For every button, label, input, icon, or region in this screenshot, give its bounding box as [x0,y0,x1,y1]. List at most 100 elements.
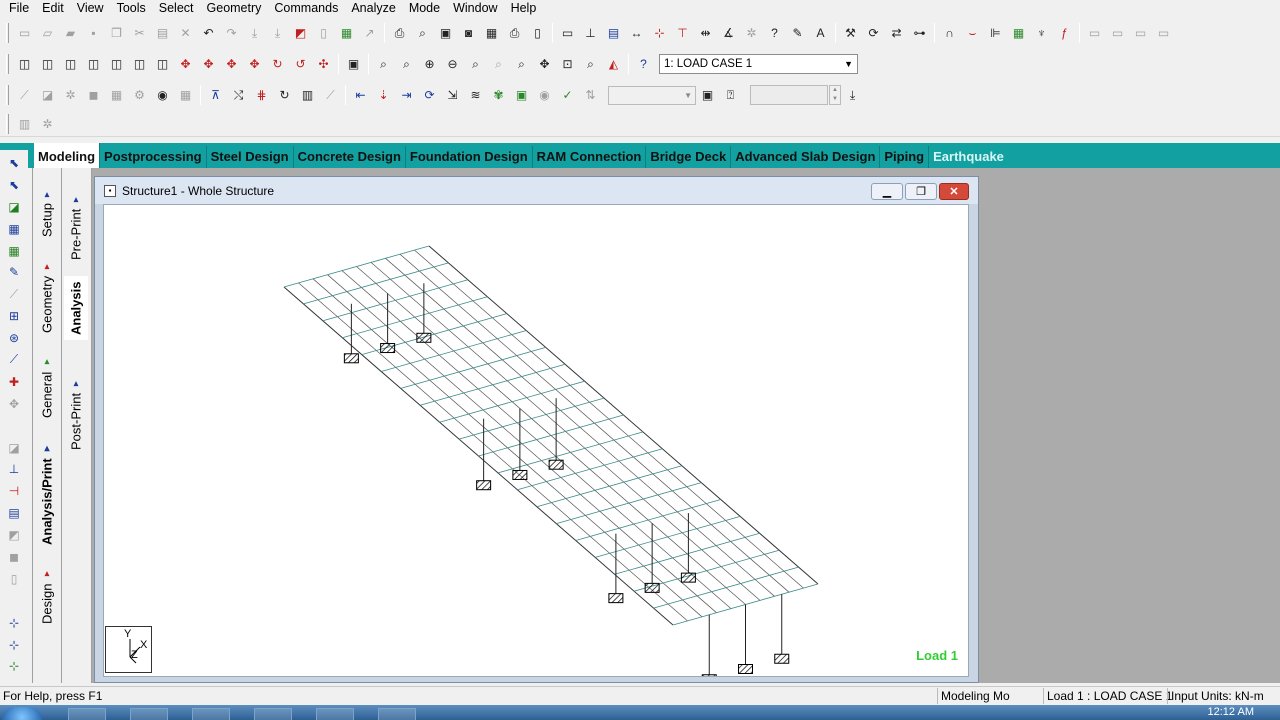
transfer-icon[interactable]: ⇄ [885,22,908,44]
load-temp-icon[interactable]: ✾ [487,84,510,106]
minimize-button[interactable]: ▁ [871,183,903,200]
vtab-setup[interactable]: Setup ▾ [35,183,59,243]
restore-button[interactable]: ❐ [905,183,937,200]
load-member-icon[interactable]: ⇣ [372,84,395,106]
rotate-left-icon[interactable]: ✥ [220,53,243,75]
rotate-ccw-icon[interactable]: ↺ [289,53,312,75]
window-titlebar[interactable]: ▪ Structure1 - Whole Structure [95,177,978,204]
zoom-window-icon[interactable]: ⌕ [372,53,395,75]
extra-tool-1-icon[interactable]: ▥ [13,113,36,135]
report-icon[interactable]: ▦ [480,22,503,44]
toolbar-grip[interactable] [6,23,9,43]
draw-tool-icon[interactable]: ⟋ [319,84,342,106]
load-node-icon[interactable]: ⇤ [349,84,372,106]
network-icon[interactable]: ▦ [335,22,358,44]
view-iso-icon[interactable]: ◫ [151,53,174,75]
zoom-previous-icon[interactable]: ⌕ [487,53,510,75]
tab-concrete-design[interactable]: Concrete Design [294,146,406,168]
calculator-icon[interactable]: ▦ [1007,22,1030,44]
vtab-design[interactable]: Design ▾ [35,564,59,628]
redo-icon[interactable]: ↷ [220,22,243,44]
toolbar-grip[interactable] [6,54,9,74]
document-window-icon[interactable]: ▪ [104,184,116,197]
close-button[interactable]: ✕ [939,183,969,200]
vtab-general[interactable]: General ▾ [35,352,59,422]
tab-ram-connection[interactable]: RAM Connection [533,146,647,168]
zoom-in-icon[interactable]: ⊕ [418,53,441,75]
circular-repeat-icon[interactable]: ⊛ [3,327,25,349]
menu-mode[interactable]: Mode [403,0,447,16]
stack-icon[interactable]: ⊫ [984,22,1007,44]
axis-icon[interactable]: ⊥ [3,458,25,480]
vtab-geometry[interactable]: Geometry ▾ [35,255,59,339]
tab-modeling[interactable]: Modeling [34,143,101,168]
magnify-icon[interactable]: ⊡ [556,53,579,75]
view-3d-5-icon[interactable]: ◫ [105,53,128,75]
print-setup-icon[interactable]: ▣ [434,22,457,44]
camera-icon[interactable]: ◙ [457,22,480,44]
load-gray-icon[interactable]: ◉ [533,84,556,106]
window-next-icon[interactable]: ▭ [1152,22,1175,44]
solids-cursor-icon[interactable]: ▦ [3,240,25,262]
link-icon[interactable]: ⊶ [908,22,931,44]
render-icon[interactable]: ◭ [602,53,625,75]
nodes-cursor-icon[interactable]: ⬉ [3,174,25,196]
copy-icon[interactable]: ❐ [105,22,128,44]
vtab-post-print[interactable]: Post-Print ▾ [64,368,88,460]
angle-icon[interactable]: ∡ [717,22,740,44]
release-icon[interactable]: ⤭ [227,84,250,106]
menu-view[interactable]: View [71,0,111,16]
member-offset-icon[interactable]: ⋕ [250,84,273,106]
distance-icon[interactable]: ⇹ [694,22,717,44]
taskbar-app6-icon[interactable] [378,708,416,720]
curve-icon[interactable]: ⌣ [961,22,984,44]
solid-icon[interactable]: ◼ [82,84,105,106]
tab-advanced-slab-design[interactable]: Advanced Slab Design [731,146,881,168]
view-3d-3-icon[interactable]: ◫ [59,53,82,75]
label-icon[interactable]: A [809,22,832,44]
menu-tools[interactable]: Tools [111,0,153,16]
import-icon[interactable]: ⤓ [266,22,289,44]
beam-spec-icon[interactable]: ⊣ [3,480,25,502]
load-generator-icon[interactable]: ▣ [510,84,533,106]
vtab-pre-print[interactable]: Pre-Print ▾ [64,188,88,266]
globe-icon[interactable]: ◉ [151,84,174,106]
taskbar-app3-icon[interactable] [192,708,230,720]
model-tool-icon[interactable]: ◩ [289,22,312,44]
stamp-icon[interactable]: ◼ [3,546,25,568]
pan-icon[interactable]: ✣ [312,53,335,75]
zoom-out-icon[interactable]: ⊖ [441,53,464,75]
view-3d-1-icon[interactable]: ◫ [13,53,36,75]
query-box-icon[interactable]: ⍰ [719,84,742,106]
empty-combo[interactable]: ▼ [608,85,696,105]
surface-cursor-icon[interactable]: ✎ [3,261,25,283]
help-icon[interactable]: ? [632,53,655,75]
window-icon[interactable]: ▭ [556,22,579,44]
menu-select[interactable]: Select [153,0,201,16]
apply-icon[interactable]: ⤓ [841,84,864,106]
select-cursor-icon[interactable]: ⬉ [3,152,25,174]
taskbar-explorer-icon[interactable] [68,708,106,720]
tab-steel-design[interactable]: Steel Design [207,146,294,168]
table-grid-icon[interactable]: ▦ [174,84,197,106]
move-icon[interactable]: ✥ [3,393,25,415]
pan-view-icon[interactable]: ✥ [533,53,556,75]
load-wind-icon[interactable]: ≋ [464,84,487,106]
menu-analyze[interactable]: Analyze [345,0,402,16]
start-button[interactable] [2,707,42,720]
toolbar-grip[interactable] [6,113,9,134]
beam-icon[interactable]: ⊤ [671,22,694,44]
node-label-icon[interactable]: ⊹ [3,612,25,634]
save-icon[interactable]: ▪ [82,22,105,44]
new-file-icon[interactable]: ▭ [13,22,36,44]
plate-icon[interactable]: ✲ [59,84,82,106]
zoom-dynamic-icon[interactable]: ⌕ [395,53,418,75]
menu-geometry[interactable]: Geometry [201,0,269,16]
beam-tool-icon[interactable]: ◪ [36,84,59,106]
plugin-icon[interactable]: ♆ [1030,22,1053,44]
taskbar-staad-icon[interactable] [316,708,354,720]
edit-input-icon[interactable]: ✎ [786,22,809,44]
menu-commands[interactable]: Commands [268,0,345,16]
toolbar-grip[interactable] [6,85,9,105]
scale-field[interactable] [750,85,828,105]
